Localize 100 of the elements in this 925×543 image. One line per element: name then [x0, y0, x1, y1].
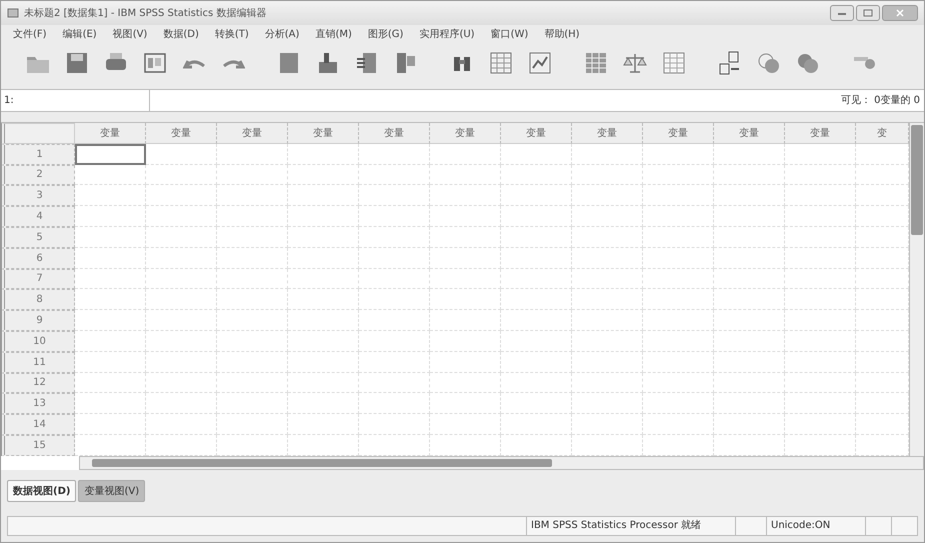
- grid-cell[interactable]: [643, 310, 714, 331]
- grid-cell[interactable]: [714, 206, 785, 227]
- grid-cell[interactable]: [785, 414, 856, 435]
- grid-cell[interactable]: [572, 393, 643, 414]
- grid-cell[interactable]: [359, 393, 430, 414]
- grid-cell[interactable]: [75, 185, 146, 206]
- grid-cell[interactable]: [643, 268, 714, 290]
- row-header[interactable]: 6: [1, 248, 75, 269]
- grid-cell[interactable]: [714, 164, 785, 186]
- grid-cell[interactable]: [572, 330, 643, 352]
- grid-cell[interactable]: [75, 414, 146, 435]
- grid-cell[interactable]: [430, 226, 501, 248]
- grid-cell[interactable]: [146, 206, 217, 227]
- grid-cell[interactable]: [785, 289, 856, 310]
- column-header[interactable]: 变量: [146, 123, 217, 144]
- grid-cell[interactable]: [572, 248, 643, 269]
- grid-cell[interactable]: [146, 164, 217, 186]
- grid-cell[interactable]: [643, 393, 714, 414]
- grid-cell[interactable]: [714, 372, 785, 394]
- grid-cell[interactable]: [714, 330, 785, 352]
- menu-item[interactable]: 直销(M): [307, 27, 360, 41]
- menu-item[interactable]: 转换(T): [206, 27, 257, 41]
- view-tab[interactable]: 变量视图(V): [78, 480, 146, 502]
- grid-cell[interactable]: [75, 268, 146, 290]
- grid-cell[interactable]: [785, 310, 856, 331]
- grid-cell[interactable]: [572, 268, 643, 290]
- grid-cell[interactable]: [217, 248, 288, 269]
- row-header[interactable]: 5: [1, 226, 75, 248]
- grid-cell[interactable]: [572, 185, 643, 206]
- grid-cell[interactable]: [146, 185, 217, 206]
- row-header[interactable]: 1: [1, 144, 75, 165]
- grid-cell[interactable]: [714, 352, 785, 373]
- grid-cell[interactable]: [146, 289, 217, 310]
- grid-cell[interactable]: [288, 330, 359, 352]
- grid-cell[interactable]: [714, 144, 785, 165]
- column-header[interactable]: 变量: [714, 123, 785, 144]
- grid-cell[interactable]: [359, 144, 430, 165]
- grid-cell[interactable]: [430, 206, 501, 227]
- grid-cell[interactable]: [146, 352, 217, 373]
- grid-cell[interactable]: [288, 414, 359, 435]
- menu-item[interactable]: 实用程序(U): [411, 27, 483, 41]
- grid-cell[interactable]: [643, 289, 714, 310]
- grid-cell[interactable]: [217, 206, 288, 227]
- grid-cell[interactable]: [714, 268, 785, 290]
- grid-cell[interactable]: [75, 226, 146, 248]
- grid-cell[interactable]: [217, 372, 288, 394]
- grid-cell[interactable]: [643, 414, 714, 435]
- grid-cell[interactable]: [217, 352, 288, 373]
- menu-item[interactable]: 编辑(E): [54, 27, 105, 41]
- grid-cell[interactable]: [572, 289, 643, 310]
- row-header[interactable]: 7: [1, 268, 75, 290]
- grid-cell[interactable]: [217, 289, 288, 310]
- grid-cell[interactable]: [643, 185, 714, 206]
- row-header[interactable]: 8: [1, 289, 75, 310]
- grid-cell[interactable]: [359, 330, 430, 352]
- row-header[interactable]: 12: [1, 372, 75, 394]
- grid-cell[interactable]: [572, 226, 643, 248]
- grid-cell[interactable]: [430, 164, 501, 186]
- grid-cell[interactable]: [643, 248, 714, 269]
- grid-cell[interactable]: [572, 144, 643, 165]
- row-header[interactable]: 2: [1, 164, 75, 186]
- grid-cell[interactable]: [572, 414, 643, 435]
- grid-cell[interactable]: [359, 352, 430, 373]
- grid-cell[interactable]: [359, 289, 430, 310]
- view-tab[interactable]: 数据视图(D): [7, 480, 76, 502]
- menu-item[interactable]: 窗口(W): [482, 27, 536, 41]
- menu-item[interactable]: 帮助(H): [536, 27, 588, 41]
- grid-cell[interactable]: [714, 248, 785, 269]
- grid-cell[interactable]: [75, 330, 146, 352]
- grid-cell[interactable]: [785, 268, 856, 290]
- row-header[interactable]: 11: [1, 352, 75, 373]
- grid-cell[interactable]: [430, 144, 501, 165]
- grid-cell[interactable]: [288, 144, 359, 165]
- grid-cell[interactable]: [501, 310, 572, 331]
- grid-cell[interactable]: [75, 393, 146, 414]
- grid-cell[interactable]: [359, 310, 430, 331]
- grid-cell[interactable]: [572, 352, 643, 373]
- grid-cell[interactable]: [146, 268, 217, 290]
- grid-cell[interactable]: [785, 330, 856, 352]
- grid-cell[interactable]: [75, 352, 146, 373]
- grid-cell[interactable]: [75, 248, 146, 269]
- grid-cell[interactable]: [359, 248, 430, 269]
- grid-cell[interactable]: [146, 310, 217, 331]
- grid-cell[interactable]: [217, 268, 288, 290]
- grid-cell[interactable]: [501, 414, 572, 435]
- grid-cell[interactable]: [75, 372, 146, 394]
- grid-cell[interactable]: [430, 393, 501, 414]
- grid-cell[interactable]: [643, 144, 714, 165]
- grid-cell[interactable]: [785, 372, 856, 394]
- grid-cell[interactable]: [501, 185, 572, 206]
- active-cell[interactable]: [75, 144, 146, 165]
- grid-cell[interactable]: [288, 268, 359, 290]
- grid-cell[interactable]: [146, 414, 217, 435]
- grid-cell[interactable]: [430, 248, 501, 269]
- grid-cell[interactable]: [785, 393, 856, 414]
- grid-cell[interactable]: [714, 393, 785, 414]
- grid-cell[interactable]: [146, 372, 217, 394]
- grid-cell[interactable]: [501, 268, 572, 290]
- grid-cell[interactable]: [288, 185, 359, 206]
- grid-cell[interactable]: [288, 393, 359, 414]
